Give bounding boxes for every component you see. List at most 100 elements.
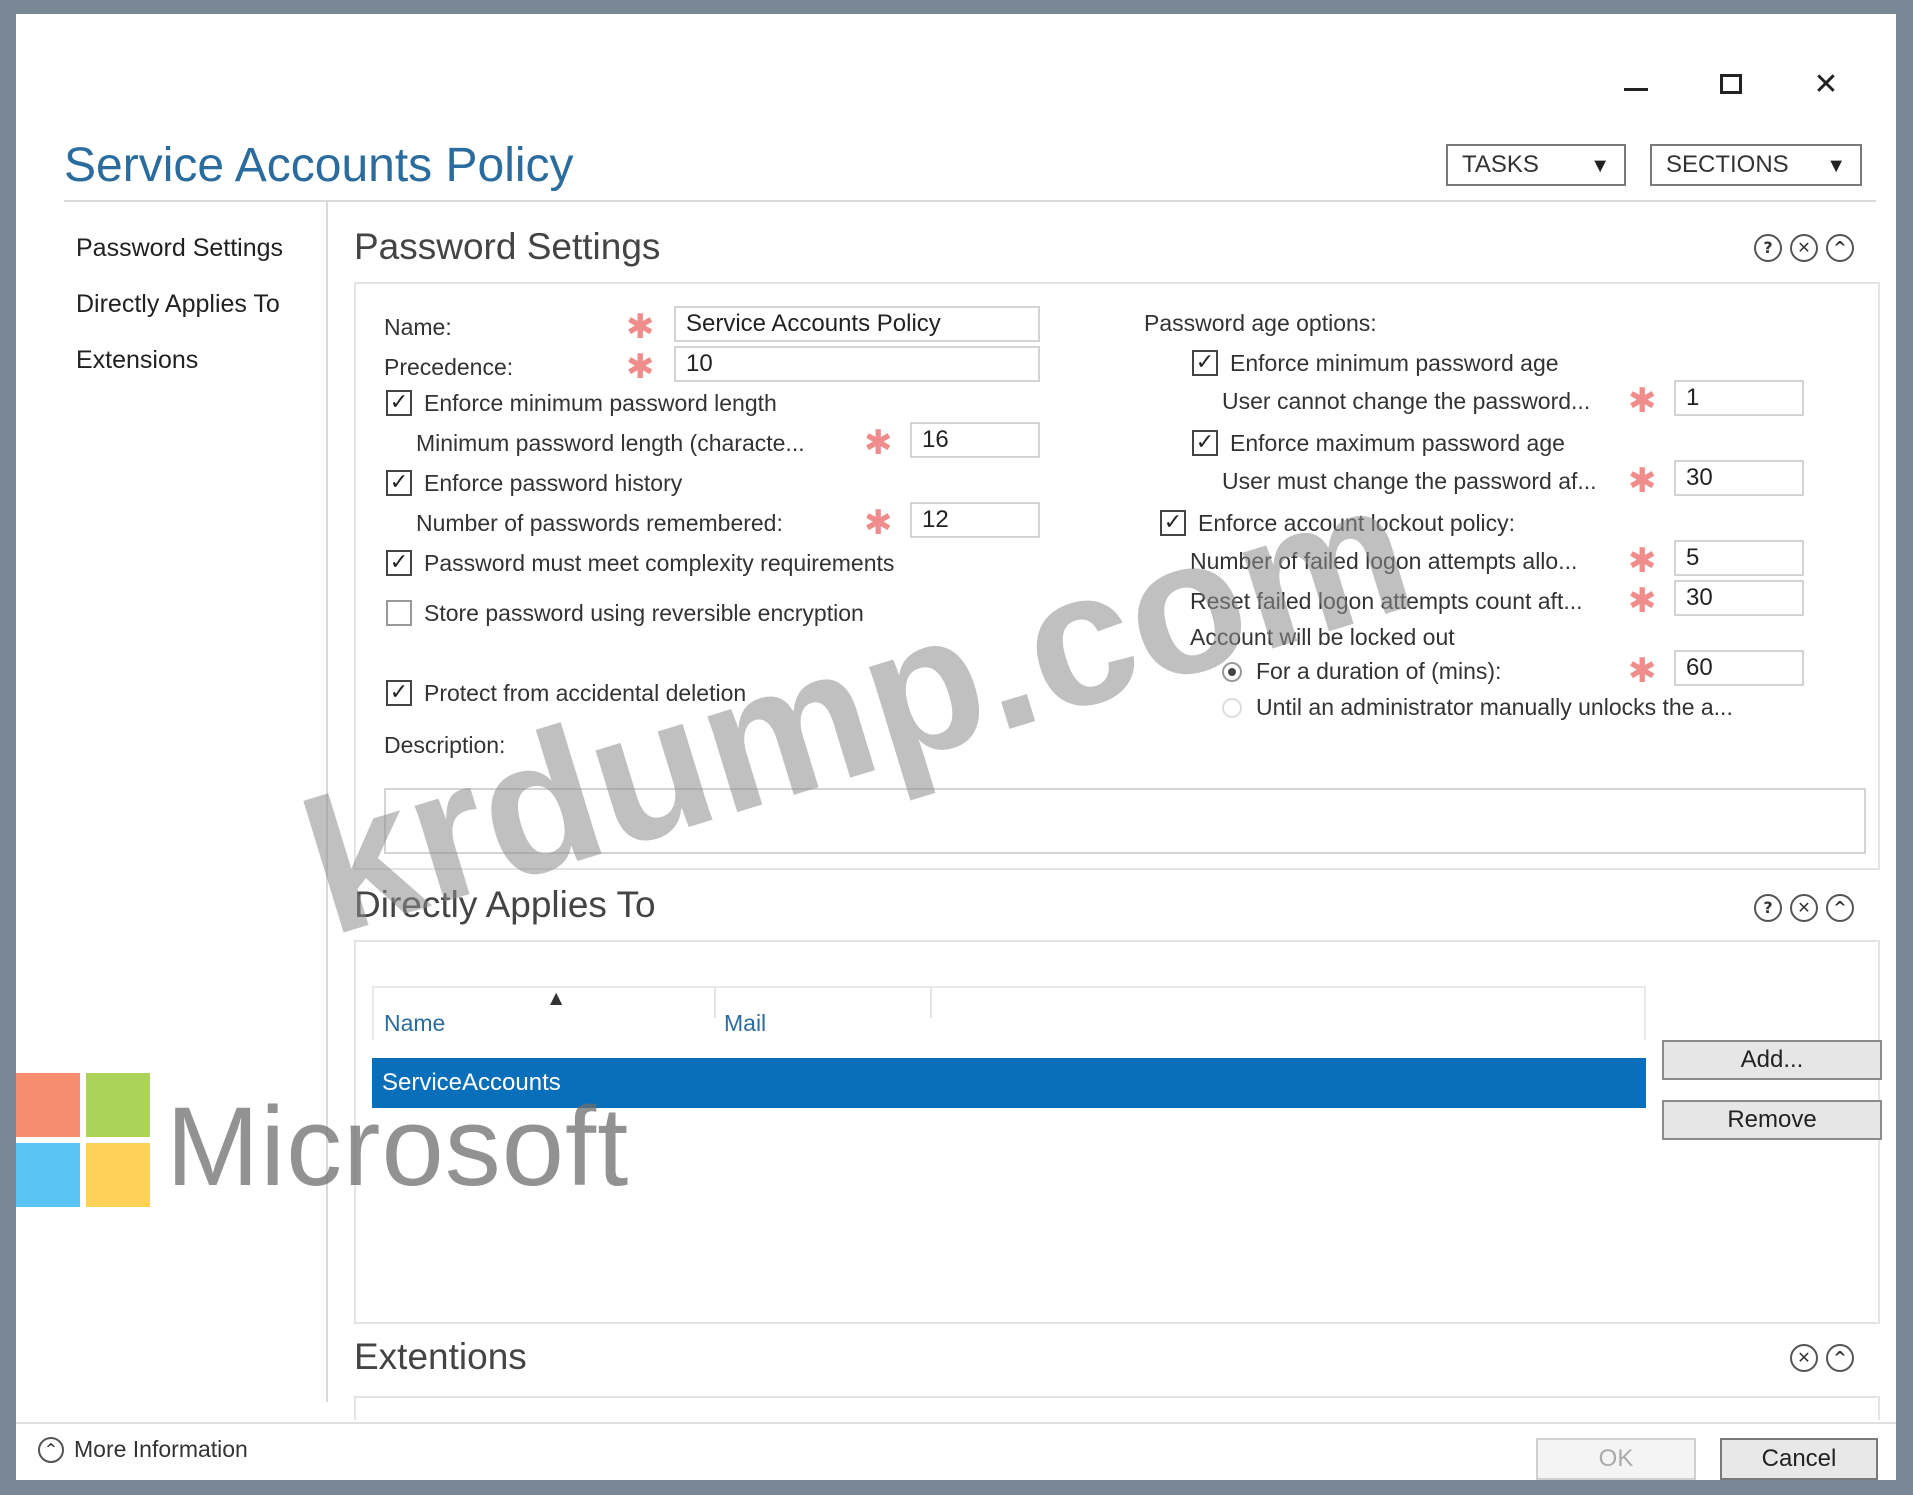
policy-window: ✕ Service Accounts Policy TASKS ▼ SECTIO… xyxy=(16,14,1896,1480)
required-icon: ✱ xyxy=(864,503,893,543)
maximize-icon xyxy=(1720,74,1742,94)
extensions-heading: Extentions xyxy=(354,1336,527,1377)
title-divider xyxy=(64,200,1876,202)
description-field[interactable] xyxy=(384,788,1866,854)
directly-applies-to-heading: Directly Applies To xyxy=(354,884,656,925)
extensions-controls: ✕ ^ xyxy=(1790,1344,1854,1372)
locked-out-label: Account will be locked out xyxy=(1190,624,1455,650)
password-settings-controls: ? ✕ ^ xyxy=(1754,234,1854,262)
close-section-icon[interactable]: ✕ xyxy=(1790,234,1818,262)
until-admin-label: Until an administrator manually unlocks … xyxy=(1256,694,1733,720)
chevron-up-icon: ^ xyxy=(38,1436,64,1463)
tasks-label: TASKS xyxy=(1462,151,1539,178)
complexity-label: Password must meet complexity requiremen… xyxy=(424,550,895,576)
add-button[interactable]: Add... xyxy=(1662,1040,1882,1080)
sections-label: SECTIONS xyxy=(1666,151,1789,178)
enforce-max-age-label: Enforce maximum password age xyxy=(1230,430,1565,456)
duration-field[interactable]: 60 xyxy=(1674,650,1804,686)
help-icon[interactable]: ? xyxy=(1754,894,1782,922)
column-divider xyxy=(930,988,932,1018)
protect-deletion-checkbox[interactable]: ✓ xyxy=(386,680,412,706)
enforce-history-checkbox[interactable]: ✓ xyxy=(386,470,412,496)
max-age-label: User must change the password af... xyxy=(1222,468,1597,494)
nav-item-extensions[interactable]: Extensions xyxy=(76,346,198,375)
reversible-encryption-checkbox[interactable] xyxy=(386,600,412,626)
duration-radio[interactable] xyxy=(1222,662,1242,682)
password-settings-panel: Name: ✱ Service Accounts Policy Preceden… xyxy=(354,282,1880,870)
duration-label: For a duration of (mins): xyxy=(1256,658,1502,684)
sections-dropdown[interactable]: SECTIONS ▼ xyxy=(1650,144,1862,186)
footer-divider xyxy=(16,1422,1896,1424)
logo-square-yellow xyxy=(86,1143,150,1207)
nav-item-directly-applies-to[interactable]: Directly Applies To xyxy=(76,290,280,319)
required-icon: ✱ xyxy=(1628,541,1657,581)
until-admin-radio[interactable] xyxy=(1222,698,1242,718)
reset-count-field[interactable]: 30 xyxy=(1674,580,1804,616)
logo-square-red xyxy=(16,1073,80,1137)
lockout-policy-label: Enforce account lockout policy: xyxy=(1198,510,1516,536)
collapse-icon[interactable]: ^ xyxy=(1826,894,1854,922)
minimize-icon xyxy=(1624,87,1648,91)
extensions-panel xyxy=(354,1396,1880,1420)
close-window-button[interactable]: ✕ xyxy=(1796,54,1856,114)
tasks-dropdown[interactable]: TASKS ▼ xyxy=(1446,144,1626,186)
enforce-max-age-checkbox[interactable]: ✓ xyxy=(1192,430,1218,456)
grid-header: ▲ Name Mail xyxy=(372,986,1646,1040)
precedence-field[interactable]: 10 xyxy=(674,346,1040,382)
password-age-options-label: Password age options: xyxy=(1144,310,1377,336)
close-section-icon[interactable]: ✕ xyxy=(1790,894,1818,922)
reversible-encryption-label: Store password using reversible encrypti… xyxy=(424,600,864,626)
history-count-field[interactable]: 12 xyxy=(910,502,1040,538)
min-length-label: Minimum password length (characte... xyxy=(416,430,805,456)
more-information-toggle[interactable]: ^ More Information xyxy=(38,1436,248,1463)
enforce-min-length-checkbox[interactable]: ✓ xyxy=(386,390,412,416)
required-icon: ✱ xyxy=(1628,461,1657,501)
help-icon[interactable]: ? xyxy=(1754,234,1782,262)
required-icon: ✱ xyxy=(1628,651,1657,691)
directly-applies-controls: ? ✕ ^ xyxy=(1754,894,1854,922)
history-count-label: Number of passwords remembered: xyxy=(416,510,783,536)
logo-square-blue xyxy=(16,1143,80,1207)
remove-button[interactable]: Remove xyxy=(1662,1100,1882,1140)
chevron-down-icon: ▼ xyxy=(1590,155,1610,177)
enforce-min-age-checkbox[interactable]: ✓ xyxy=(1192,350,1218,376)
required-icon: ✱ xyxy=(626,347,655,387)
logo-wordmark: Microsoft xyxy=(166,1084,630,1209)
cancel-button[interactable]: Cancel xyxy=(1720,1438,1878,1480)
page-title: Service Accounts Policy xyxy=(64,139,574,192)
required-icon: ✱ xyxy=(1628,581,1657,621)
max-age-field[interactable]: 30 xyxy=(1674,460,1804,496)
precedence-label: Precedence: xyxy=(384,354,514,380)
required-icon: ✱ xyxy=(864,423,893,463)
name-label: Name: xyxy=(384,314,452,340)
min-age-label: User cannot change the password... xyxy=(1222,388,1591,414)
min-age-field[interactable]: 1 xyxy=(1674,380,1804,416)
collapse-icon[interactable]: ^ xyxy=(1826,234,1854,262)
chevron-down-icon: ▼ xyxy=(1826,155,1846,177)
logo-square-green xyxy=(86,1073,150,1137)
section-nav: Password Settings Directly Applies To Ex… xyxy=(16,202,328,1402)
enforce-min-age-label: Enforce minimum password age xyxy=(1230,350,1559,376)
required-icon: ✱ xyxy=(626,307,655,347)
complexity-checkbox[interactable]: ✓ xyxy=(386,550,412,576)
more-information-label: More Information xyxy=(74,1436,248,1462)
enforce-min-length-label: Enforce minimum password length xyxy=(424,390,777,416)
microsoft-logo-icon xyxy=(16,1073,150,1207)
lockout-policy-checkbox[interactable]: ✓ xyxy=(1160,510,1186,536)
maximize-button[interactable] xyxy=(1701,54,1761,114)
collapse-icon[interactable]: ^ xyxy=(1826,1344,1854,1372)
minimize-button[interactable] xyxy=(1606,54,1666,114)
failed-attempts-label: Number of failed logon attempts allo... xyxy=(1190,548,1578,574)
enforce-history-label: Enforce password history xyxy=(424,470,683,496)
failed-attempts-field[interactable]: 5 xyxy=(1674,540,1804,576)
column-header-name[interactable]: Name xyxy=(384,1010,445,1037)
password-settings-heading: Password Settings xyxy=(354,226,661,267)
nav-item-password-settings[interactable]: Password Settings xyxy=(76,234,283,263)
close-section-icon[interactable]: ✕ xyxy=(1790,1344,1818,1372)
protect-deletion-label: Protect from accidental deletion xyxy=(424,680,747,706)
name-field[interactable]: Service Accounts Policy xyxy=(674,306,1040,342)
column-header-mail[interactable]: Mail xyxy=(724,1010,766,1037)
min-length-field[interactable]: 16 xyxy=(910,422,1040,458)
column-divider xyxy=(714,988,716,1018)
ok-button[interactable]: OK xyxy=(1536,1438,1696,1480)
